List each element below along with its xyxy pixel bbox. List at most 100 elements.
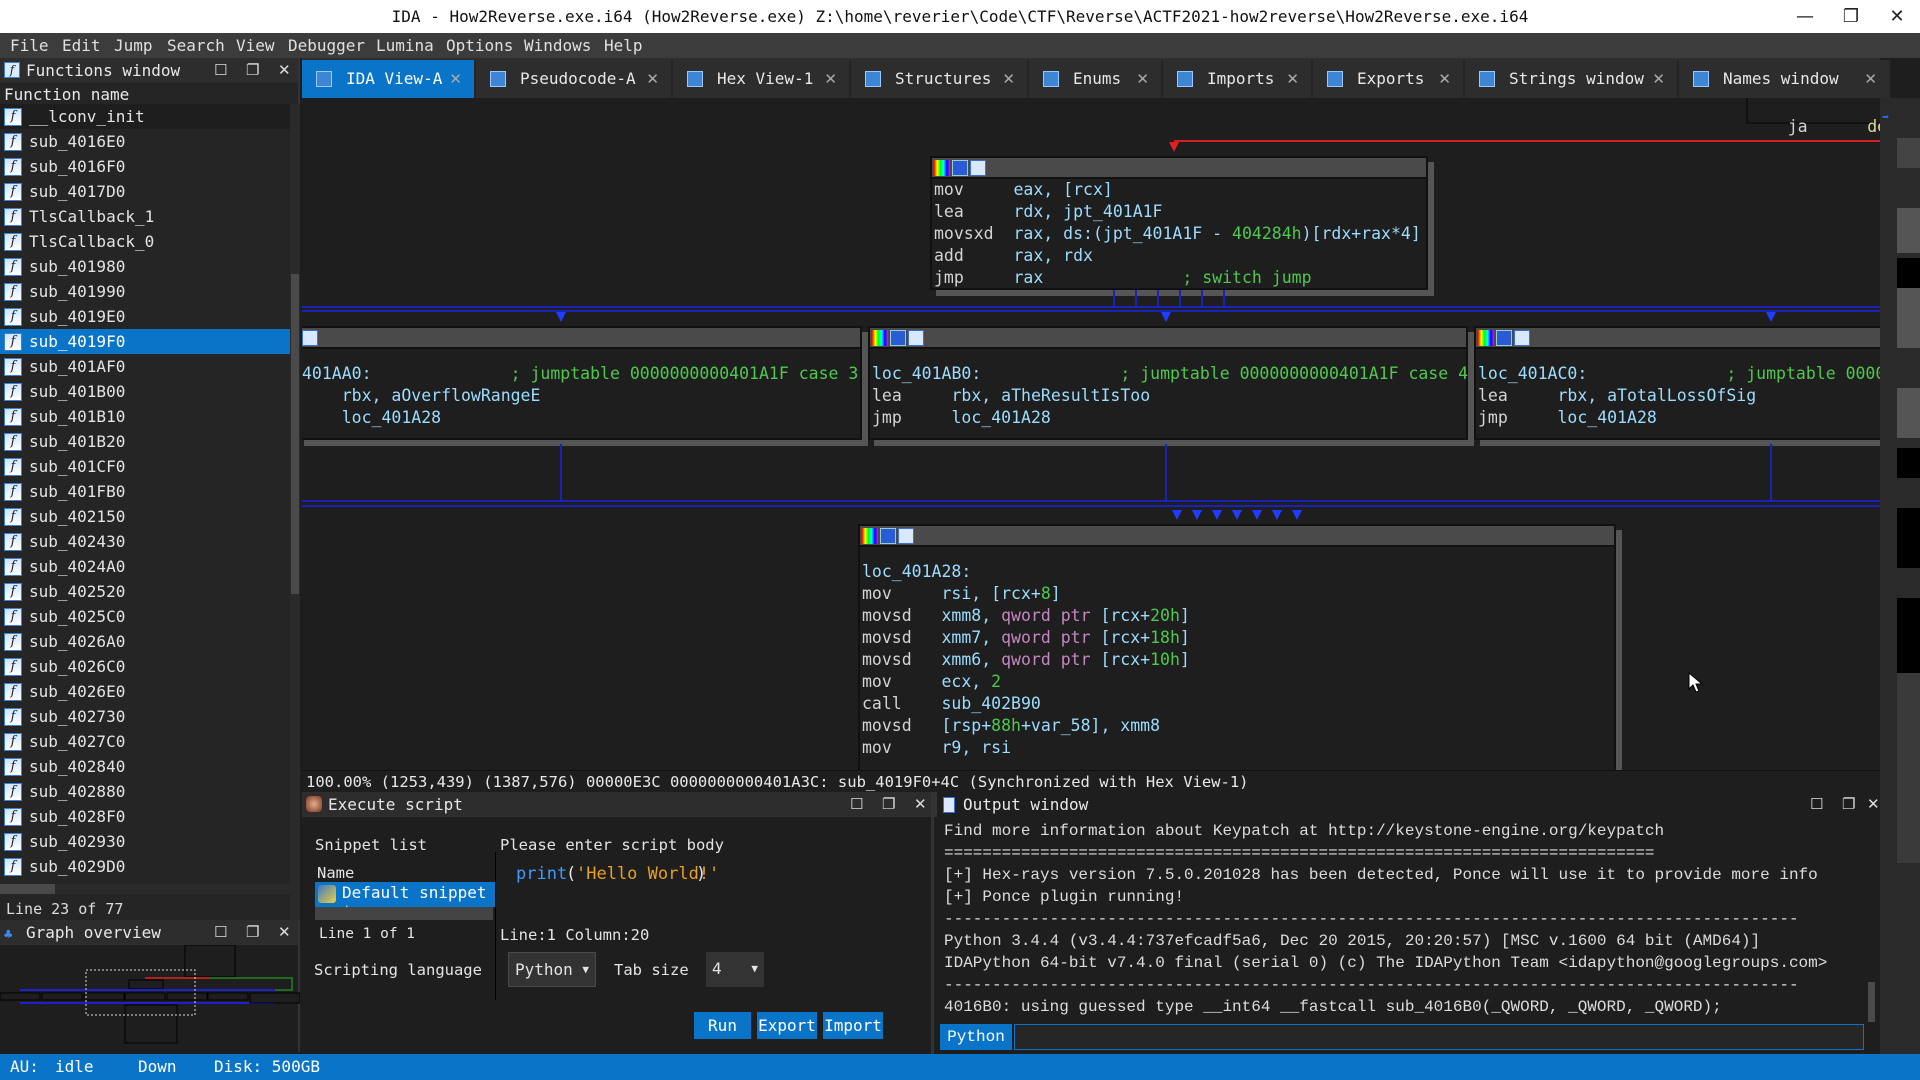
code-block-loc-401a28[interactable]: loc_401A28: mov rsi, [rcx+8] movsd xmm8, …	[858, 524, 1616, 770]
function-list-item[interactable]: f sub_401980	[0, 254, 290, 279]
function-list-item[interactable]: f __lconv_init	[0, 104, 290, 129]
function-list-item[interactable]: f sub_401990	[0, 279, 290, 304]
dock-icon[interactable]: ❐	[246, 58, 259, 83]
ida-graph-view[interactable]: ja def_40: mov eax, [rcx]lea rdx, jpt_40…	[302, 98, 1896, 770]
function-list-item[interactable]: f sub_402730	[0, 704, 290, 729]
function-list-item[interactable]: f sub_4019E0	[0, 304, 290, 329]
menu-help[interactable]: Help	[604, 36, 643, 55]
instruction-line[interactable]: call sub_402B90	[860, 693, 1614, 715]
function-list-item[interactable]: f sub_4017D0	[0, 179, 290, 204]
dock-icon[interactable]: ❐	[1842, 792, 1855, 817]
function-list-item[interactable]: f sub_4016F0	[0, 154, 290, 179]
float-icon[interactable]: ☐	[214, 920, 227, 945]
run-button[interactable]: Run	[694, 1012, 751, 1039]
instruction-line[interactable]: mov rsi, [rcx+8]	[860, 583, 1614, 605]
function-list-item[interactable]: f sub_401FB0	[0, 479, 290, 504]
instruction-line[interactable]: movsd [rsp+88h+var_58], xmm8	[860, 715, 1614, 737]
import-button[interactable]: Import	[823, 1012, 883, 1039]
color-icon[interactable]	[862, 528, 878, 544]
group-icon[interactable]	[1514, 330, 1530, 346]
partial-block-top-right[interactable]: ja def_40:	[1746, 98, 1896, 136]
close-tab-icon[interactable]: ✕	[1864, 60, 1877, 98]
tab-hex-view-1[interactable]: Hex View-1 ✕	[673, 60, 851, 98]
close-tab-icon[interactable]: ✕	[1002, 60, 1015, 98]
function-list-item[interactable]: f sub_4019F0	[0, 329, 290, 354]
cli-language-button[interactable]: Python	[940, 1024, 1012, 1050]
function-list-item[interactable]: f sub_4016E0	[0, 129, 290, 154]
menu-debugger[interactable]: Debugger	[288, 36, 365, 55]
edit-icon[interactable]	[1496, 330, 1512, 346]
dock-icon[interactable]: ❐	[882, 792, 895, 817]
menu-lumina[interactable]: Lumina	[376, 36, 434, 55]
splitter[interactable]	[495, 852, 496, 1000]
menu-view[interactable]: View	[236, 36, 275, 55]
tab-structures[interactable]: Structures ✕	[851, 60, 1029, 98]
tab-ida-view-a[interactable]: IDA View-A ✕	[302, 60, 476, 98]
function-list-item[interactable]: f sub_402520	[0, 579, 290, 604]
function-list-item[interactable]: f sub_401CF0	[0, 454, 290, 479]
tab-size-select[interactable]: 4 ▼	[706, 952, 764, 987]
scripting-language-select[interactable]: Python ▼	[508, 952, 596, 987]
instruction-line[interactable]: movsxd rax, ds:(jpt_401A1F - 404284h)[rd…	[932, 223, 1426, 245]
snippet-item-default[interactable]: Default snippet *	[315, 882, 495, 921]
instruction-line[interactable]: movsd xmm7, qword ptr [rcx+18h]	[860, 627, 1614, 649]
code-block-switch[interactable]: mov eax, [rcx] lea rdx, jpt_401A1F movsxd …	[930, 156, 1428, 290]
group-icon[interactable]	[302, 330, 318, 346]
group-icon[interactable]	[898, 528, 914, 544]
close-button[interactable]: ✕	[1874, 4, 1920, 30]
group-icon[interactable]	[970, 160, 986, 176]
instruction-line[interactable]: movsd xmm6, qword ptr [rcx+10h]	[860, 649, 1614, 671]
snippet-name-header[interactable]: Name	[317, 864, 354, 882]
tab-strings-window[interactable]: Strings window ✕	[1465, 60, 1679, 98]
function-list-item[interactable]: f sub_4025C0	[0, 604, 290, 629]
close-icon[interactable]: ✕	[278, 920, 291, 945]
close-tab-icon[interactable]: ✕	[1286, 60, 1299, 98]
close-tab-icon[interactable]: ✕	[1438, 60, 1451, 98]
graph-right-scrollbar[interactable]: ➡	[1880, 98, 1920, 1056]
menu-edit[interactable]: Edit	[62, 36, 101, 55]
function-list-item[interactable]: f sub_4024A0	[0, 554, 290, 579]
close-icon[interactable]: ✕	[1867, 792, 1880, 817]
tab-enums[interactable]: Enums ✕	[1029, 60, 1163, 98]
close-tab-icon[interactable]: ✕	[824, 60, 837, 98]
group-icon[interactable]	[908, 330, 924, 346]
menu-jump[interactable]: Jump	[114, 36, 153, 55]
close-tab-icon[interactable]: ✕	[1652, 60, 1665, 98]
close-icon[interactable]: ✕	[278, 58, 291, 83]
function-list-item[interactable]: f sub_401B20	[0, 429, 290, 454]
instruction-line[interactable]: lea rdx, jpt_401A1F	[932, 201, 1426, 223]
close-tab-icon[interactable]: ✕	[646, 60, 659, 98]
dock-icon[interactable]: ❐	[246, 920, 259, 945]
tab-exports[interactable]: Exports ✕	[1313, 60, 1465, 98]
tab-imports[interactable]: Imports ✕	[1163, 60, 1313, 98]
code-block-case-5[interactable]: loc_401AC0: ; jumptable 000000 lea rbx, …	[1474, 326, 1896, 440]
vertical-scrollbar[interactable]	[290, 104, 300, 936]
menu-file[interactable]: File	[10, 36, 49, 55]
column-header-function-name[interactable]: Function name	[4, 85, 129, 104]
function-list-item[interactable]: f sub_402430	[0, 529, 290, 554]
instruction-line[interactable]: jmp rax ; switch jump	[932, 267, 1426, 289]
function-list-item[interactable]: f sub_402150	[0, 504, 290, 529]
instruction-line[interactable]: mov ecx, 2	[860, 671, 1614, 693]
function-list-item[interactable]: f sub_401B10	[0, 404, 290, 429]
output-scrollbar[interactable]	[1868, 982, 1875, 1022]
function-list-item[interactable]: f TlsCallback_0	[0, 229, 290, 254]
function-list-item[interactable]: f sub_4026E0	[0, 679, 290, 704]
color-icon[interactable]	[934, 160, 950, 176]
function-list-item[interactable]: f sub_4028F0	[0, 804, 290, 829]
edit-icon[interactable]	[952, 160, 968, 176]
close-tab-icon[interactable]: ✕	[1136, 60, 1149, 98]
cli-input[interactable]	[1014, 1024, 1864, 1050]
horizontal-scrollbar[interactable]	[0, 884, 290, 894]
function-list-item[interactable]: f sub_4027C0	[0, 729, 290, 754]
instruction-line[interactable]: mov r9, rsi	[860, 737, 1614, 759]
function-list-item[interactable]: f sub_402930	[0, 829, 290, 854]
function-list-item[interactable]: f sub_401B00	[0, 379, 290, 404]
close-tab-icon[interactable]: ✕	[449, 60, 462, 98]
instruction-line[interactable]: movsd xmm8, qword ptr [rcx+20h]	[860, 605, 1614, 627]
code-block-case-4[interactable]: loc_401AB0: ; jumptable 0000000000401A1F…	[868, 326, 1468, 440]
float-icon[interactable]: ☐	[1810, 792, 1823, 817]
code-block-case-3[interactable]: 401AA0: ; jumptable 0000000000401A1F cas…	[302, 326, 862, 440]
graph-overview-minimap[interactable]	[0, 945, 300, 1052]
export-button[interactable]: Export	[757, 1012, 817, 1039]
